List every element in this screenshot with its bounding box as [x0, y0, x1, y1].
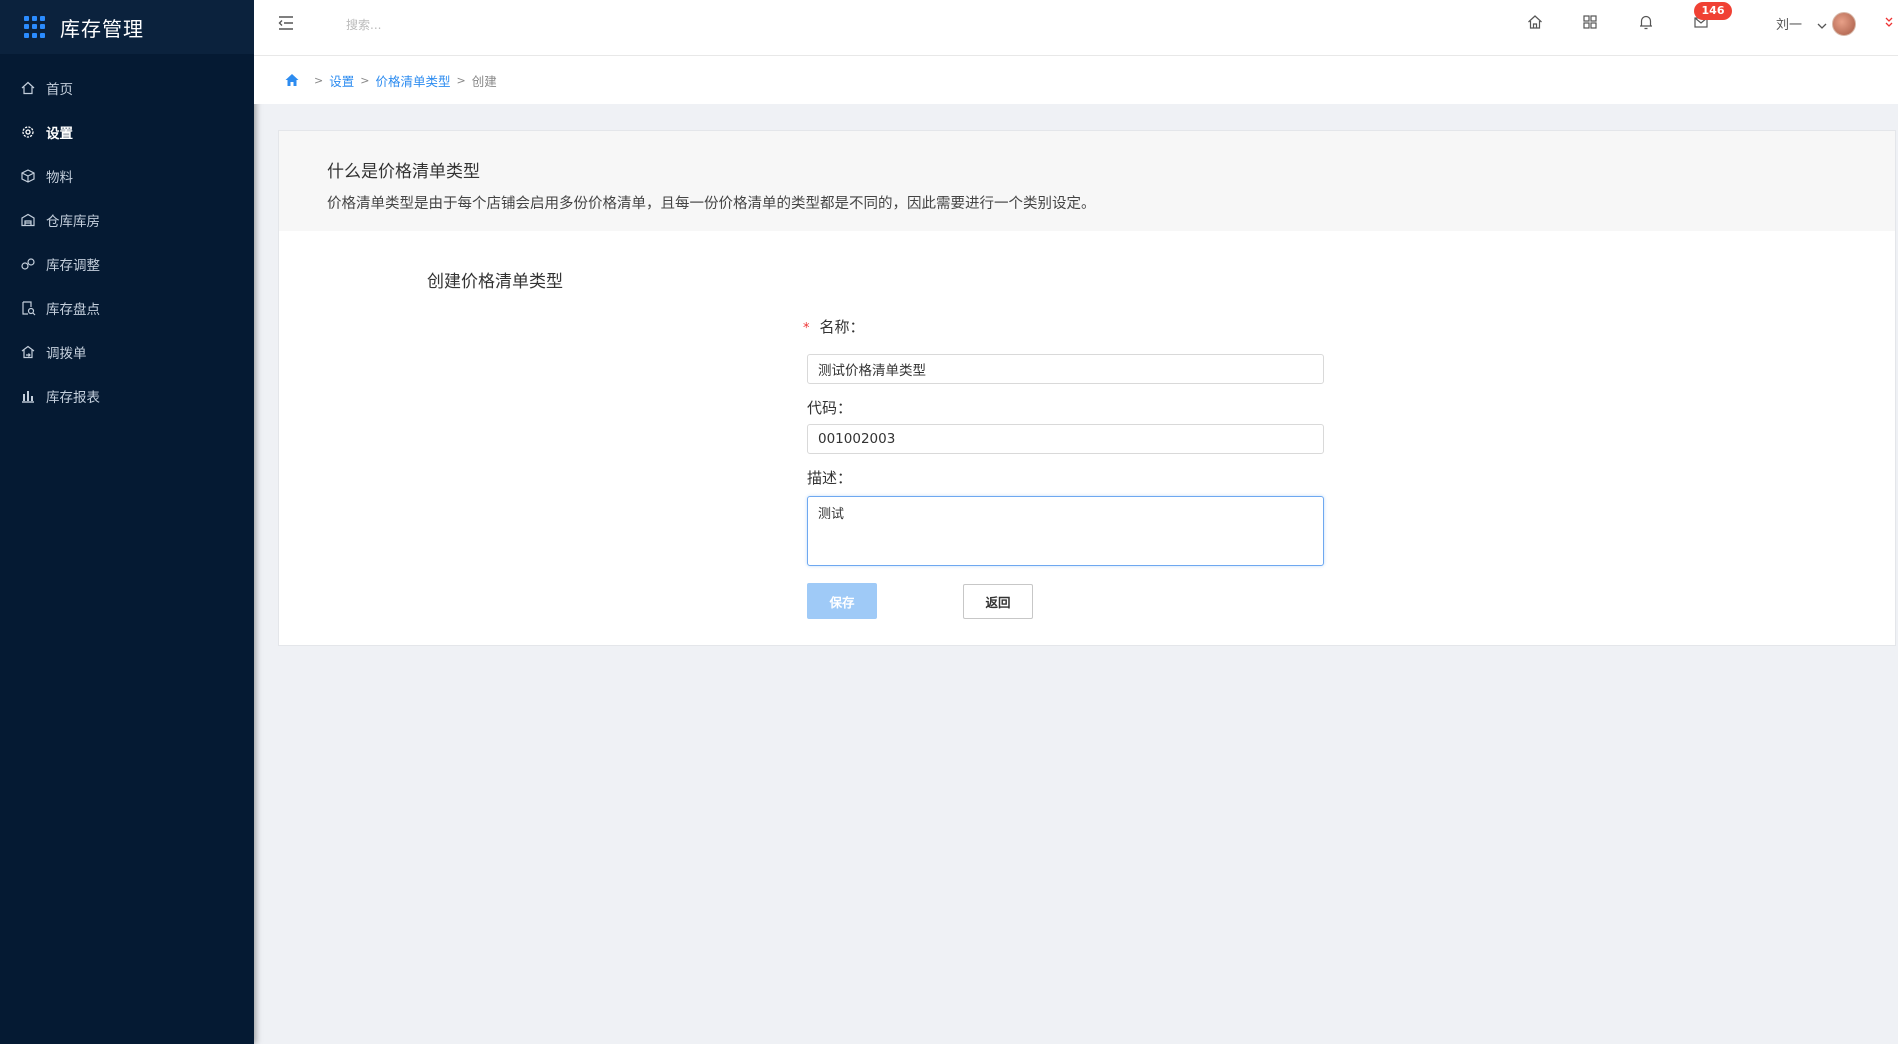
intro-title: 什么是价格清单类型: [327, 162, 480, 182]
sidebar-item-label: 库存报表: [46, 390, 100, 406]
message-count-badge: 146: [1694, 2, 1732, 20]
code-field[interactable]: [807, 424, 1324, 454]
bell-icon[interactable]: [1637, 13, 1655, 31]
intro-panel: 什么是价格清单类型 价格清单类型是由于每个店铺会启用多份价格清单，且每一份价格清…: [279, 131, 1895, 231]
breadcrumb-separator: >: [456, 73, 466, 87]
form-title: 创建价格清单类型: [427, 272, 563, 292]
name-field[interactable]: [807, 354, 1324, 384]
breadcrumb-separator: >: [314, 73, 324, 87]
user-name[interactable]: 刘一: [1776, 14, 1802, 33]
back-button[interactable]: 返回: [963, 584, 1033, 619]
sidebar-item-warehouse[interactable]: 仓库库房: [0, 198, 254, 242]
warehouse-icon: [20, 212, 36, 228]
sidebar-item-stock-adjust[interactable]: 库存调整: [0, 242, 254, 286]
save-button[interactable]: 保存: [807, 583, 877, 619]
sidebar-item-transfer[interactable]: 调拨单: [0, 330, 254, 374]
code-label: 代码：: [807, 399, 853, 417]
description-label: 描述：: [807, 469, 853, 487]
breadcrumb-separator: >: [360, 73, 370, 87]
breadcrumb-settings[interactable]: 设置: [329, 71, 354, 90]
description-field[interactable]: 测试: [807, 496, 1324, 566]
sidebar-item-home[interactable]: 首页: [0, 66, 254, 110]
search-input[interactable]: [344, 10, 608, 40]
intro-description: 价格清单类型是由于每个店铺会启用多份价格清单，且每一份价格清单的类型都是不同的，…: [327, 196, 1096, 212]
box-icon: [20, 168, 36, 184]
settings-icon: [20, 124, 36, 140]
sidebar-item-label: 调拨单: [46, 346, 87, 362]
sidebar: 库存管理 首页 设置 物料 仓库库房 库存调整 库存盘点 调拨单 库存报表: [0, 0, 254, 1044]
breadcrumb-home-icon[interactable]: [284, 72, 300, 88]
sidebar-item-label: 库存盘点: [46, 302, 100, 318]
sidebar-menu: 首页 设置 物料 仓库库房 库存调整 库存盘点 调拨单 库存报表: [0, 66, 254, 418]
sidebar-item-settings[interactable]: 设置: [0, 110, 254, 154]
sidebar-item-label: 设置: [46, 126, 73, 142]
app-grid-icon[interactable]: [24, 16, 46, 38]
sidebar-item-stock-check[interactable]: 库存盘点: [0, 286, 254, 330]
logo-bar: 库存管理: [0, 0, 254, 54]
more-icon[interactable]: [1884, 14, 1894, 30]
transfer-icon: [20, 344, 36, 360]
name-label: * 名称：: [803, 316, 865, 337]
app-title: 库存管理: [60, 16, 144, 41]
top-header: 146 刘一: [254, 0, 1898, 56]
home-icon: [20, 80, 36, 96]
sidebar-item-label: 库存调整: [46, 258, 100, 274]
breadcrumb: > 设置 > 价格清单类型 > 创建: [254, 56, 1898, 104]
breadcrumb-price-list-type[interactable]: 价格清单类型: [375, 71, 450, 90]
bar-chart-icon: [20, 388, 36, 404]
content-card: 什么是价格清单类型 价格清单类型是由于每个店铺会启用多份价格清单，且每一份价格清…: [278, 130, 1896, 646]
inventory-check-icon: [20, 300, 36, 316]
sidebar-item-label: 首页: [46, 82, 73, 98]
chevron-down-icon[interactable]: [1816, 17, 1828, 29]
avatar[interactable]: [1832, 12, 1856, 36]
sidebar-item-stock-report[interactable]: 库存报表: [0, 374, 254, 418]
menu-toggle-icon[interactable]: [276, 13, 296, 33]
sidebar-item-materials[interactable]: 物料: [0, 154, 254, 198]
adjust-icon: [20, 256, 36, 272]
name-label-text: 名称：: [819, 318, 865, 336]
home-icon[interactable]: [1526, 13, 1544, 31]
required-asterisk: *: [803, 321, 810, 336]
sidebar-item-label: 仓库库房: [46, 214, 100, 230]
sidebar-item-label: 物料: [46, 170, 73, 186]
apps-grid-icon[interactable]: [1581, 13, 1599, 31]
breadcrumb-current: 创建: [471, 73, 497, 89]
